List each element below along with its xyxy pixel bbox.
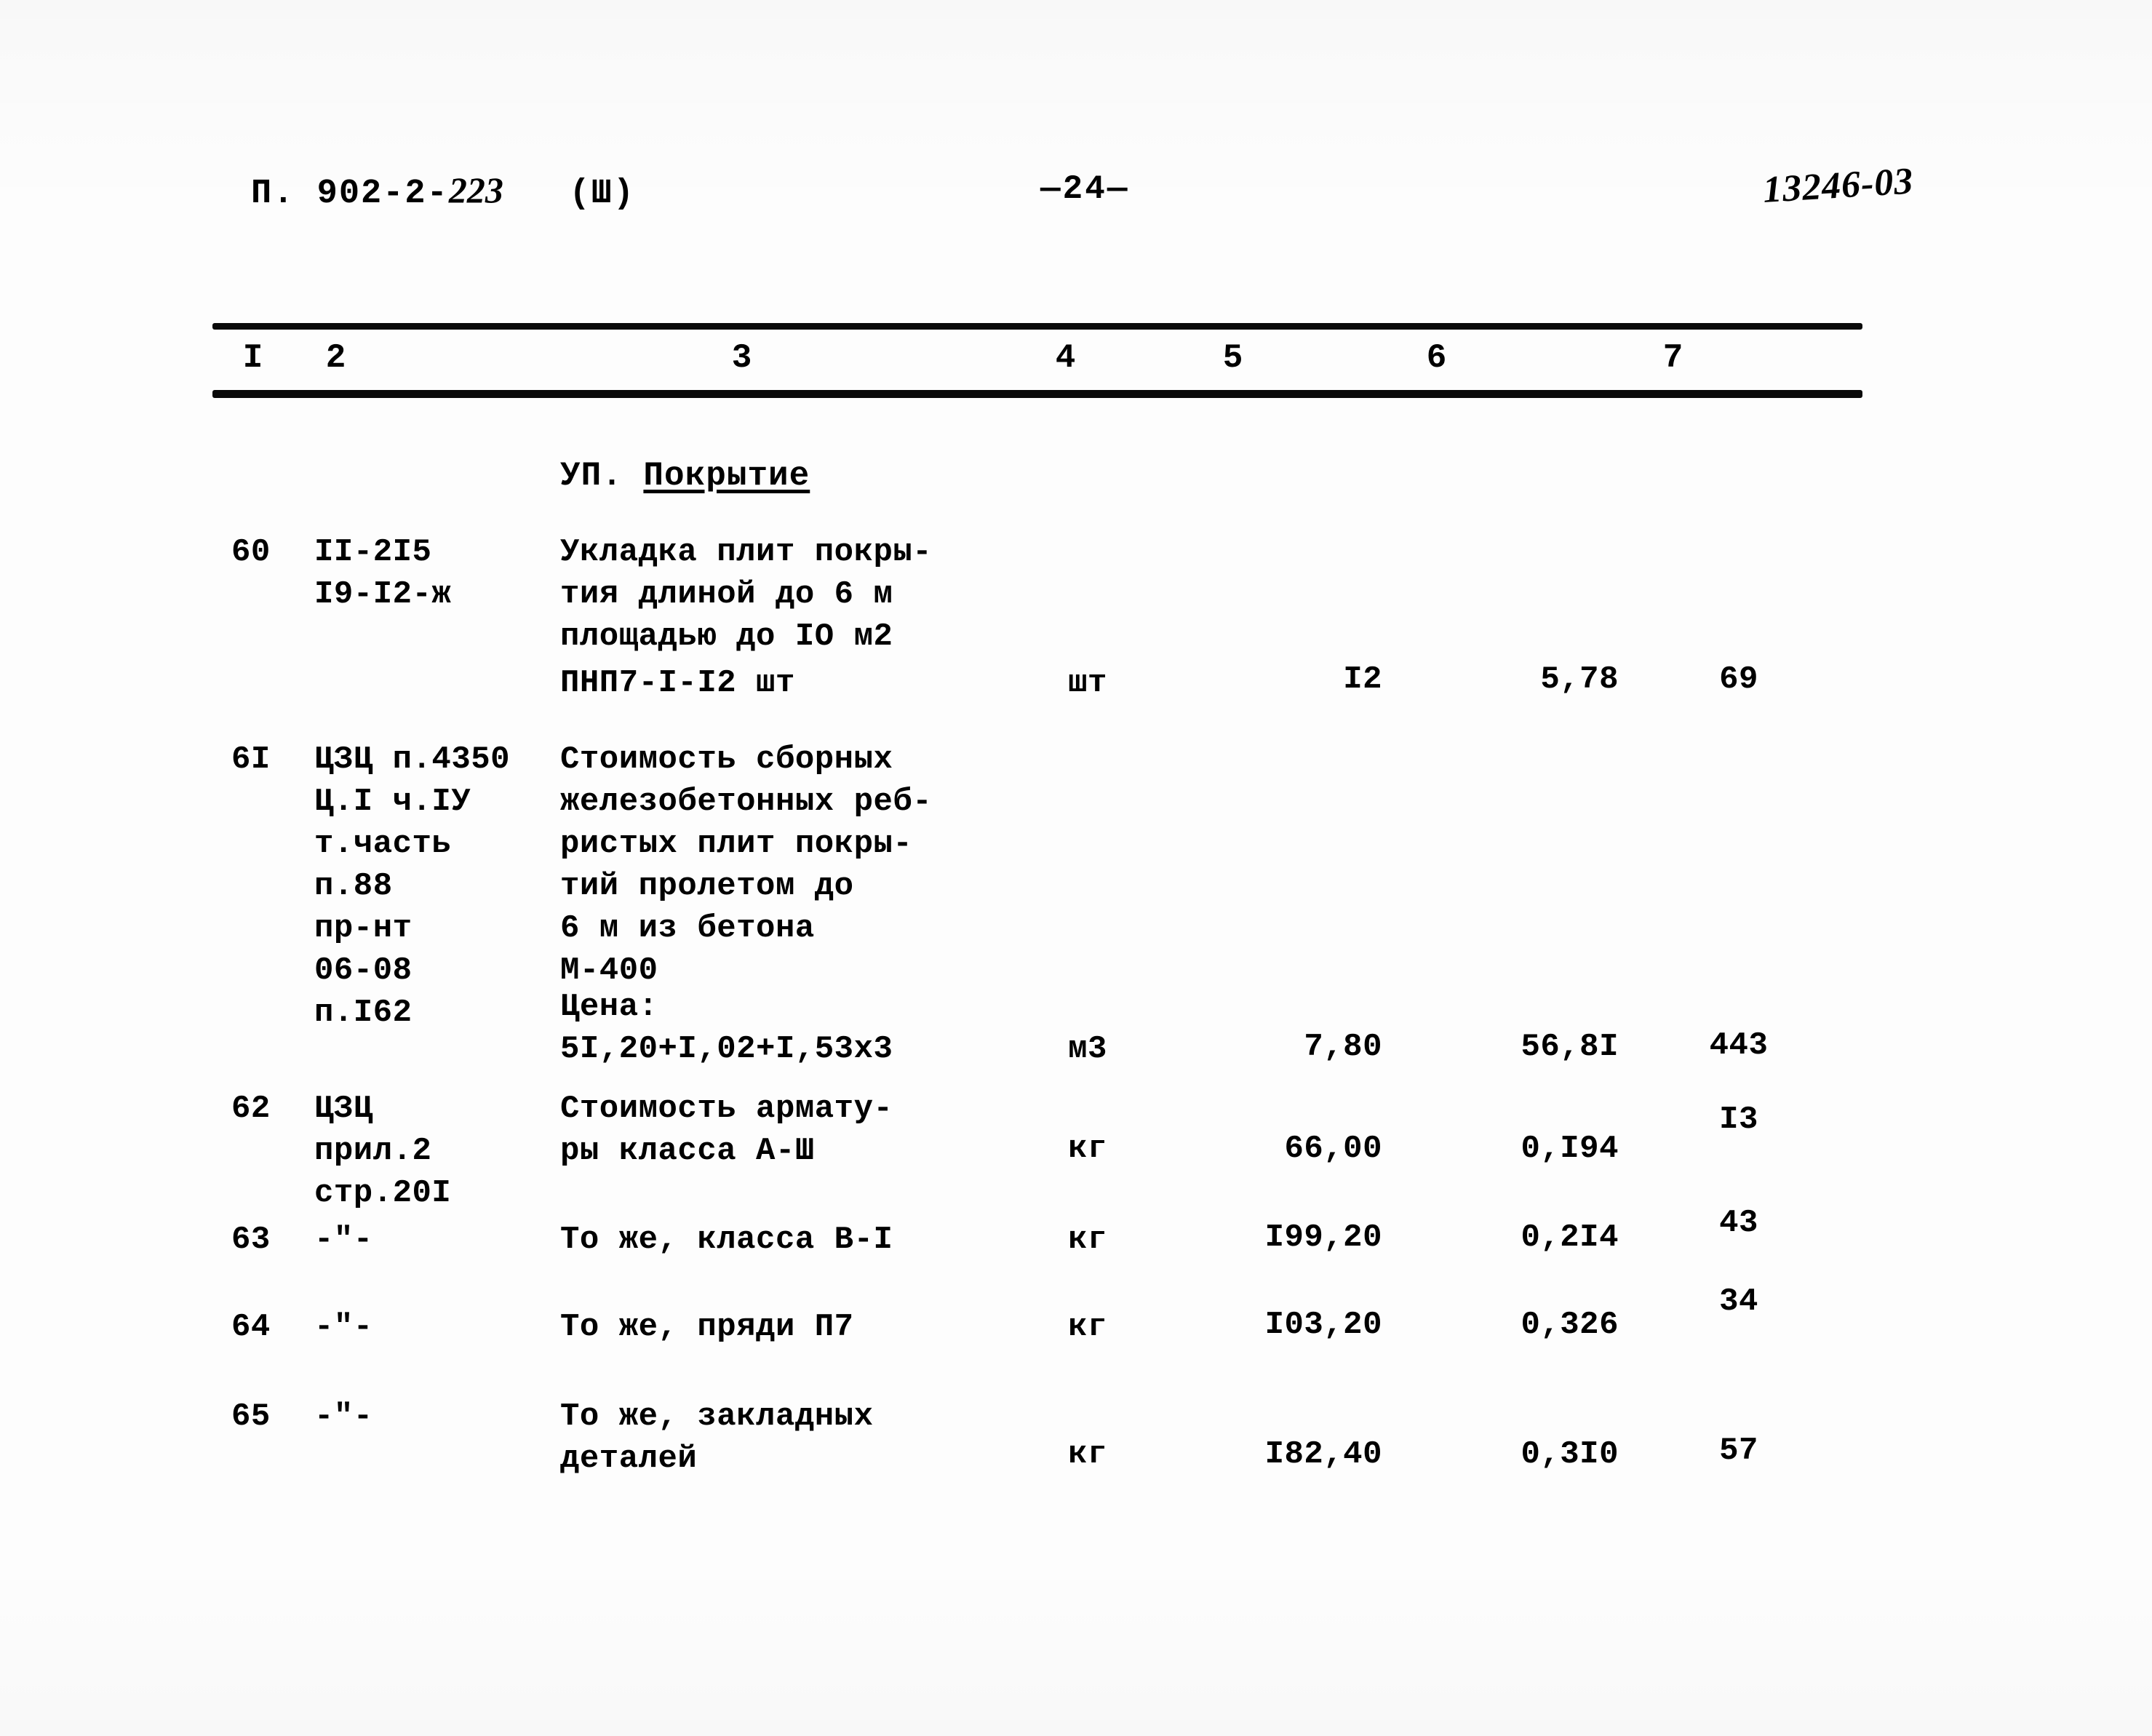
table-rule-top [212, 323, 1862, 330]
table-row: 0,2I4 [1521, 1219, 1619, 1256]
table-row: м3 [1068, 1031, 1107, 1067]
column-header-4: 4 [1055, 339, 1077, 377]
table-row: 0,3I0 [1521, 1436, 1619, 1473]
table-row: 443 [1709, 1027, 1769, 1064]
table-row: 5,78 [1540, 661, 1619, 698]
document-code-suffix: (Ш) [503, 175, 636, 213]
table-row: Цена: 5I,20+I,02+I,53х3 [560, 989, 893, 1067]
table-row: шт [1068, 665, 1107, 701]
table-row: 69 [1719, 661, 1758, 698]
page-number: —24— [1040, 170, 1130, 208]
page-header: П. 902-2-223 (Ш) —24— 13246-03 [0, 160, 2152, 234]
table-row: кг [1068, 1222, 1107, 1258]
section-title: УП. Покрытие [560, 457, 810, 495]
table-row: Укладка плит покры- тия длиной до 6 м пл… [560, 534, 933, 655]
table-row: Стоимость армату- ры класса А-Ш [560, 1091, 893, 1169]
table-row: -"- [314, 1222, 373, 1258]
table-row: кг [1068, 1309, 1107, 1345]
table-row: -"- [314, 1309, 373, 1345]
column-header-7: 7 [1662, 339, 1684, 377]
table-row: ЦЗЦ п.4350 Ц.I ч.IУ т.часть п.88 пр-нт 0… [314, 741, 511, 1031]
table-column-header-row: I 2 3 4 5 6 7 [0, 339, 2152, 387]
handwritten-stamp-code: 13246-03 [1761, 160, 1915, 212]
table-row: I3 [1719, 1102, 1758, 1138]
section-title-prefix: УП. [560, 457, 644, 495]
table-row: 65 [231, 1398, 271, 1435]
table-row: То же, пряди П7 [560, 1309, 854, 1345]
table-row: -"- [314, 1398, 373, 1435]
table-row: 0,I94 [1521, 1131, 1619, 1167]
section-title-underlined: Покрытие [643, 457, 810, 495]
document-page: П. 902-2-223 (Ш) —24— 13246-03 I 2 3 4 5… [0, 0, 2152, 1736]
column-header-1: I [242, 339, 264, 377]
table-row: 62 [231, 1091, 271, 1127]
document-code: П. 902-2-223 (Ш) [251, 169, 635, 213]
table-row: I2 [1343, 661, 1382, 698]
table-row: 7,80 [1304, 1029, 1382, 1065]
table-row: То же, закладных деталей [560, 1398, 874, 1477]
table-row: 34 [1719, 1283, 1758, 1320]
table-row: 60 [231, 534, 271, 570]
table-row: I82,40 [1264, 1436, 1382, 1473]
table-row: 64 [231, 1309, 271, 1345]
table-row: ЦЗЦ прил.2 стр.20I [314, 1091, 452, 1211]
table-row: I99,20 [1264, 1219, 1382, 1256]
table-rule-bottom [212, 390, 1862, 398]
document-code-prefix: П. 902-2- [251, 175, 449, 213]
table-row: 43 [1719, 1205, 1758, 1241]
column-header-2: 2 [325, 339, 347, 377]
column-header-3: 3 [731, 339, 753, 377]
column-header-5: 5 [1222, 339, 1244, 377]
table-row: кг [1068, 1131, 1107, 1167]
table-row: I03,20 [1264, 1307, 1382, 1343]
table-row: кг [1068, 1436, 1107, 1473]
document-code-handwritten: 223 [448, 170, 503, 210]
table-row: 0,326 [1521, 1307, 1619, 1343]
table-row: То же, класса В-I [560, 1222, 893, 1258]
column-header-6: 6 [1426, 339, 1448, 377]
table-row: 66,00 [1284, 1131, 1382, 1167]
table-row: 63 [231, 1222, 271, 1258]
table-row: 6I [231, 741, 271, 778]
table-row: Стоимость сборных железобетонных реб- ри… [560, 741, 933, 989]
table-row: ПНП7-I-I2 шт [560, 665, 795, 701]
table-row: 57 [1719, 1433, 1758, 1469]
table-row: II-2I5 I9-I2-ж [314, 534, 452, 613]
table-row: 56,8I [1521, 1029, 1619, 1065]
